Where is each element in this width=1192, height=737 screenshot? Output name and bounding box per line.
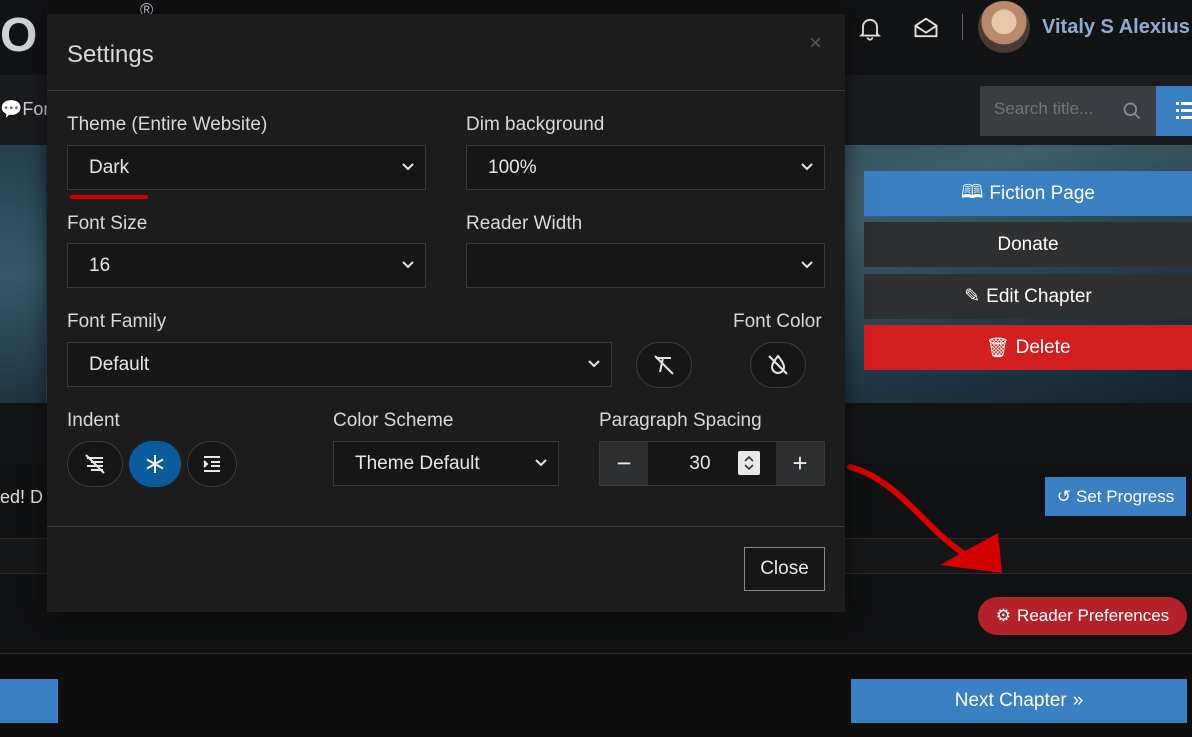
modal-divider xyxy=(47,526,845,527)
reader-width-select[interactable] xyxy=(466,243,825,288)
reader-preferences-button[interactable]: ⚙ Reader Preferences xyxy=(978,597,1187,635)
remove-format-icon xyxy=(654,355,674,375)
header-divider xyxy=(962,14,963,40)
indent-none-button[interactable] xyxy=(67,441,123,487)
chevron-down-icon xyxy=(588,360,600,368)
chevron-down-icon xyxy=(535,459,547,467)
indent-first-line-button[interactable] xyxy=(187,441,237,487)
settings-modal: Settings × Theme (Entire Website) Dark D… xyxy=(47,14,845,612)
comments-icon: 💬 xyxy=(0,99,23,119)
chevron-down-icon xyxy=(402,261,414,269)
theme-select-value: Dark xyxy=(89,156,130,178)
delete-button[interactable]: 🗑 Delete xyxy=(864,325,1192,370)
clear-font-color-button[interactable] xyxy=(750,342,806,388)
dim-background-value: 100% xyxy=(488,156,537,178)
color-scheme-label: Color Scheme xyxy=(333,410,454,431)
decrease-spacing-button[interactable]: − xyxy=(600,442,648,485)
indent-label: Indent xyxy=(67,410,120,431)
indent-default-button[interactable] xyxy=(129,441,181,487)
font-family-label: Font Family xyxy=(67,311,167,332)
double-chevron-right-icon: » xyxy=(1072,690,1084,711)
banner-left-edge xyxy=(0,145,46,403)
modal-divider xyxy=(47,90,845,91)
search-input[interactable] xyxy=(994,99,1114,119)
paragraph-spacing-input[interactable]: 30 xyxy=(670,453,730,475)
dim-background-select[interactable]: 100% xyxy=(466,145,825,190)
clear-font-family-button[interactable] xyxy=(636,342,692,388)
fiction-page-button[interactable]: 🕮 Fiction Page xyxy=(864,171,1192,216)
color-scheme-value: Theme Default xyxy=(355,452,480,474)
annotation-underline xyxy=(70,195,148,199)
theme-select[interactable]: Dark xyxy=(67,145,426,190)
no-indent-icon xyxy=(85,454,105,474)
annotation-arrow xyxy=(847,464,1002,573)
font-family-select[interactable]: Default xyxy=(67,342,612,387)
paragraph-spacing-label: Paragraph Spacing xyxy=(599,410,762,431)
font-size-label: Font Size xyxy=(67,213,148,234)
paragraph-spacing-stepper: − 30 + xyxy=(599,441,825,486)
history-icon: ↺ xyxy=(1056,486,1071,506)
gear-icon: ⚙ xyxy=(995,606,1012,625)
chevron-down-icon xyxy=(402,163,414,171)
set-progress-button[interactable]: ↺ Set Progress xyxy=(1045,477,1186,516)
chevron-down-icon xyxy=(801,261,813,269)
next-chapter-button[interactable]: Next Chapter» xyxy=(851,679,1187,723)
font-size-value: 16 xyxy=(89,254,111,276)
asterisk-icon xyxy=(146,455,164,473)
modal-title: Settings xyxy=(67,41,154,68)
chevron-down-icon xyxy=(801,163,813,171)
previous-chapter-button[interactable] xyxy=(0,679,58,723)
messages-envelope-icon[interactable] xyxy=(912,14,940,42)
close-icon[interactable]: × xyxy=(809,30,822,56)
indent-icon xyxy=(203,456,220,472)
spinner-arrows-icon[interactable] xyxy=(738,451,760,475)
username[interactable]: Vitaly S Alexius xyxy=(1042,16,1190,39)
book-icon: 🕮 xyxy=(960,181,984,203)
reader-width-label: Reader Width xyxy=(466,213,583,234)
close-button[interactable]: Close xyxy=(744,547,825,591)
site-logo[interactable]: O xyxy=(0,8,37,63)
donate-button[interactable]: Donate xyxy=(864,222,1192,267)
font-size-select[interactable]: 16 xyxy=(67,243,426,288)
search-box[interactable] xyxy=(980,86,1156,136)
list-toggle-button[interactable] xyxy=(1156,86,1192,136)
font-color-label: Font Color xyxy=(733,311,822,332)
dim-background-label: Dim background xyxy=(466,114,605,135)
trash-icon: 🗑 xyxy=(985,337,1010,359)
user-avatar[interactable] xyxy=(978,1,1030,53)
increase-spacing-button[interactable]: + xyxy=(776,442,824,485)
notifications-bell-icon[interactable] xyxy=(856,14,884,42)
edit-icon: ✎ xyxy=(964,286,981,307)
color-scheme-select[interactable]: Theme Default xyxy=(333,441,559,486)
edit-chapter-button[interactable]: ✎ Edit Chapter xyxy=(864,274,1192,319)
theme-label: Theme (Entire Website) xyxy=(67,114,268,135)
color-off-icon xyxy=(768,354,788,375)
forum-nav-link[interactable]: 💬For xyxy=(0,99,49,120)
font-family-value: Default xyxy=(89,353,150,375)
list-icon xyxy=(1176,102,1192,119)
search-icon[interactable] xyxy=(1122,101,1142,121)
chapter-text-fragment: ed! D xyxy=(0,487,44,507)
